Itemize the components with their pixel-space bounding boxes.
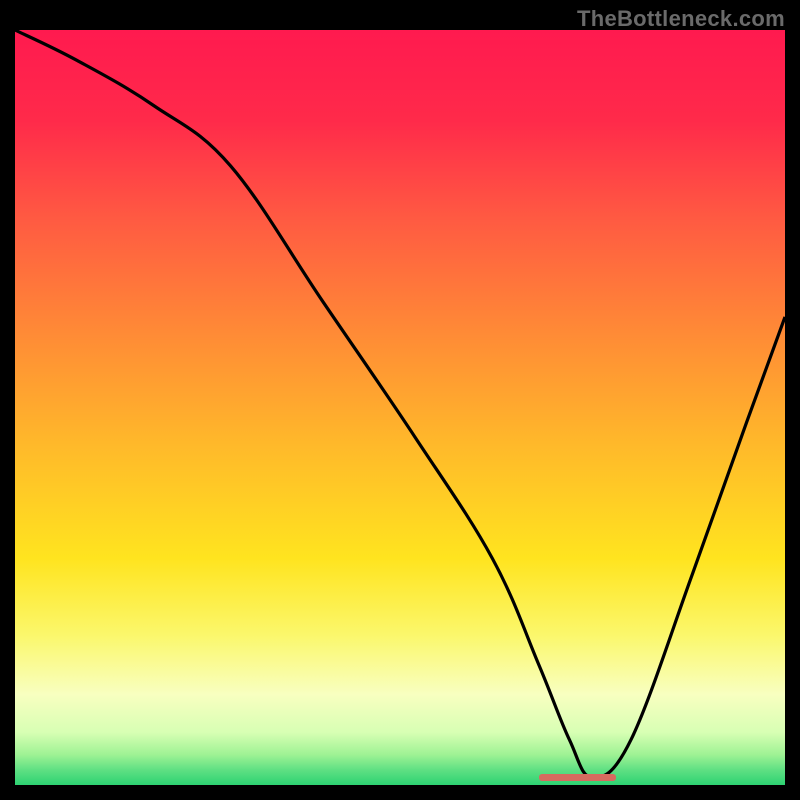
optimal-region-marker: [539, 774, 616, 781]
bottleneck-curve: [15, 30, 785, 785]
watermark-text: TheBottleneck.com: [577, 6, 785, 32]
plot-area: [15, 30, 785, 785]
